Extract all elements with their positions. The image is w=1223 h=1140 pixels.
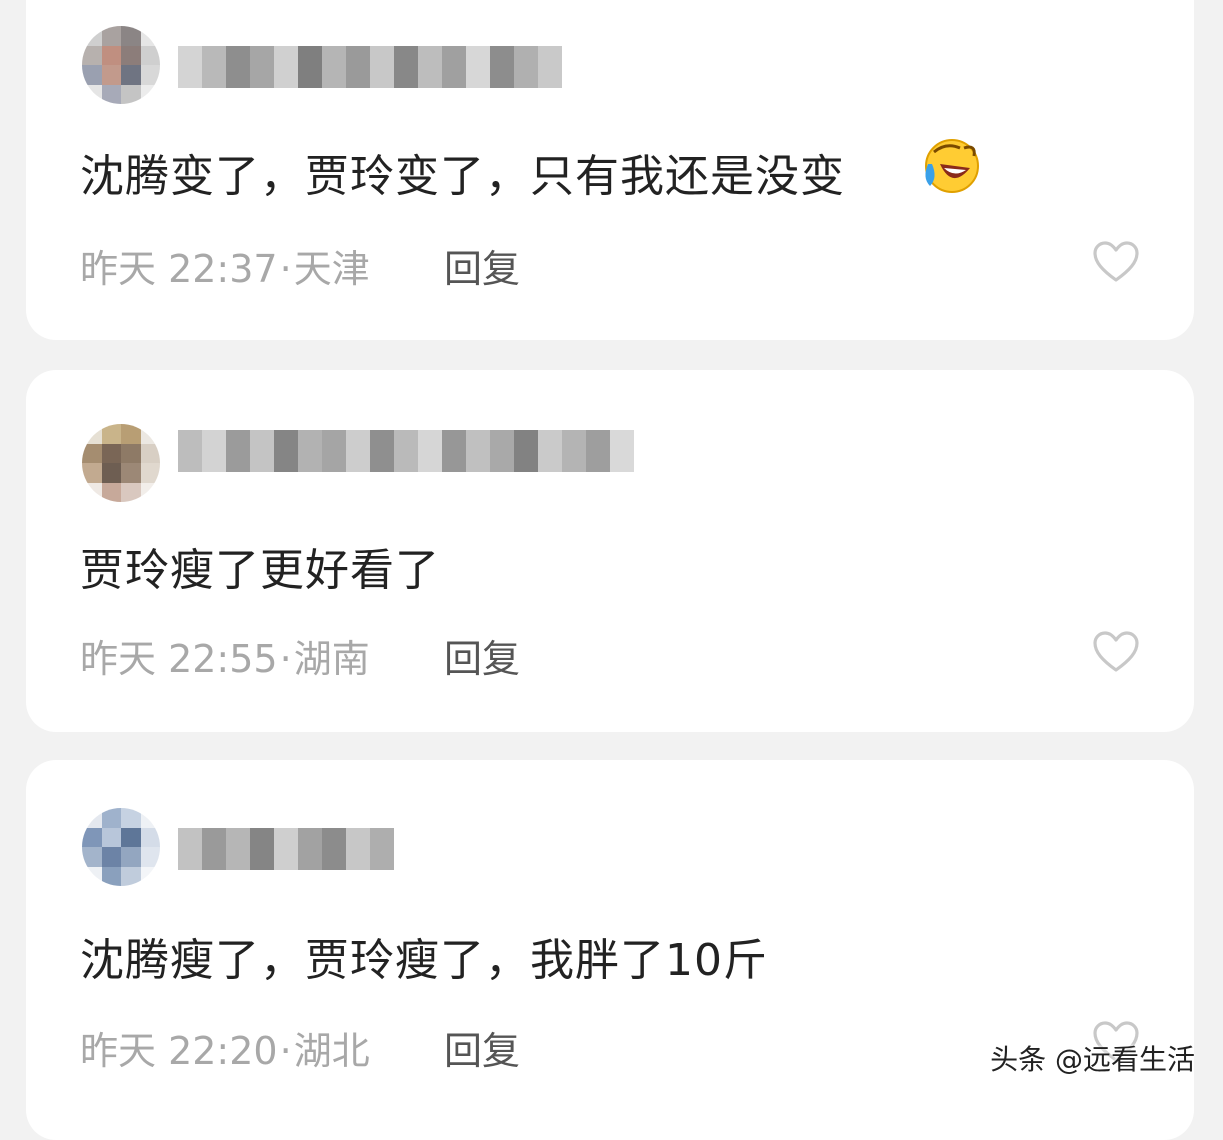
username-blurred[interactable] — [178, 828, 394, 870]
heart-outline-icon[interactable] — [1092, 240, 1140, 284]
avatar[interactable] — [82, 26, 160, 104]
username-blurred[interactable] — [178, 46, 562, 88]
comment-card: 沈腾变了，贾玲变了，只有我还是没变 昨天 22:37·天津 回复 — [26, 0, 1194, 340]
reply-button[interactable]: 回复 — [444, 1020, 520, 1075]
comment-time: 昨天 22:55 — [80, 637, 278, 681]
avatar[interactable] — [82, 808, 160, 886]
meta-separator: · — [279, 637, 292, 681]
comment-time: 昨天 22:37 — [80, 247, 278, 291]
comment-card: 沈腾瘦了，贾玲瘦了，我胖了10斤 昨天 22:20·湖北 回复 — [26, 760, 1194, 1140]
comment-time: 昨天 22:20 — [80, 1029, 278, 1073]
comment-meta: 昨天 22:55·湖南 — [80, 628, 370, 683]
comment-text: 贾玲瘦了更好看了 — [80, 545, 440, 596]
username-blurred[interactable] — [178, 430, 634, 472]
comment-location: 天津 — [293, 247, 370, 291]
comment-location: 湖北 — [293, 1029, 370, 1073]
heart-outline-icon[interactable] — [1092, 630, 1140, 674]
comment-location: 湖南 — [293, 637, 370, 681]
comment-meta: 昨天 22:20·湖北 — [80, 1020, 370, 1075]
reply-button[interactable]: 回复 — [444, 628, 520, 683]
meta-separator: · — [279, 247, 292, 291]
watermark: 头条 @远看生活 — [990, 1043, 1195, 1076]
comment-text: 沈腾变了，贾玲变了，只有我还是没变 — [80, 151, 845, 202]
avatar[interactable] — [82, 424, 160, 502]
comment-card: 贾玲瘦了更好看了 昨天 22:55·湖南 回复 — [26, 370, 1194, 732]
rofl-emoji-icon — [925, 139, 979, 193]
comment-meta: 昨天 22:37·天津 — [80, 238, 370, 293]
reply-button[interactable]: 回复 — [444, 238, 520, 293]
comment-text: 沈腾瘦了，贾玲瘦了，我胖了10斤 — [80, 935, 768, 986]
meta-separator: · — [279, 1029, 292, 1073]
